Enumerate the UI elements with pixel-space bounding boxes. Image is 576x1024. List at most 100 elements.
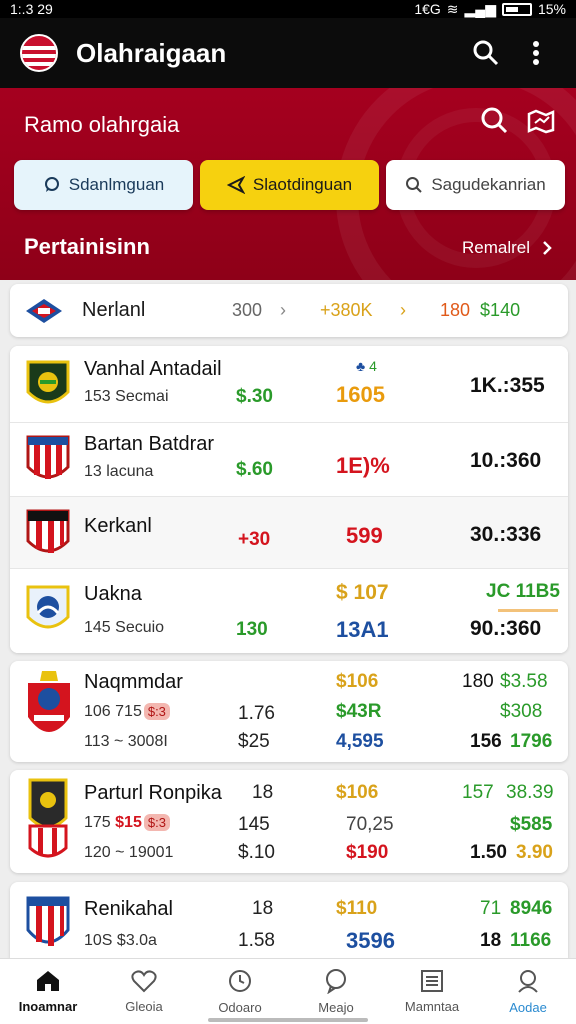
nav-messages[interactable]: Meajo xyxy=(288,959,384,1024)
chat-icon xyxy=(326,969,346,994)
nav-home[interactable]: Inoamnar xyxy=(0,959,96,1024)
summary-name: Nerlanl xyxy=(82,299,146,321)
highlight-underline xyxy=(498,609,558,612)
team-value-c: 90.:360 xyxy=(470,617,542,640)
team-extra-mark: ♣ 4 xyxy=(356,358,377,374)
nav-label: Inoamnar xyxy=(18,999,78,1014)
nav-profile[interactable]: Aodae xyxy=(480,959,576,1024)
detail-line1-e: 8946 xyxy=(510,898,553,919)
hero-subtitle: Ramo olahrgaia xyxy=(24,112,180,137)
team-row[interactable]: Uakna 145 Secuio 130 $ 107 13A1 JC 11B5 … xyxy=(10,568,568,653)
section-title: Pertainisinn xyxy=(24,234,150,259)
team-value-c: 10.:360 xyxy=(470,449,542,472)
chevron-right-icon: › xyxy=(400,300,406,320)
detail-line1-c: $106 xyxy=(336,671,379,692)
airline-logo-icon xyxy=(26,298,62,323)
map-icon[interactable] xyxy=(526,106,556,134)
see-more-link[interactable]: Remalrel xyxy=(462,238,552,258)
team-crest-icon xyxy=(26,509,70,553)
hero-banner: Ramo olahrgaia Sdanlmguan Slaotdinguan S… xyxy=(0,88,576,280)
detail-line1-c: $110 xyxy=(336,898,378,919)
chat-icon xyxy=(44,177,59,192)
detail-line1-e: 38.39 xyxy=(506,782,554,803)
battery-icon xyxy=(501,2,532,16)
detail-line2-e: $585 xyxy=(510,814,553,835)
summary-count: 300 xyxy=(232,300,263,320)
search-button[interactable] xyxy=(466,33,506,73)
nav-label: Gleoia xyxy=(125,999,163,1014)
filter-chip-3[interactable]: Sagudekanrian xyxy=(386,160,565,210)
team-value-top-b: $ 107 xyxy=(336,581,389,604)
team-value-c: 1K.:355 xyxy=(470,374,545,397)
detail-line3-d: 18 xyxy=(480,930,502,951)
team-crest-icon xyxy=(26,585,70,629)
detail-line3-b: 1.58 xyxy=(238,930,275,951)
search-icon xyxy=(406,177,423,193)
home-indicator xyxy=(208,1018,368,1022)
team-row[interactable]: Vanhal Antadail 153 Secmai $.30 ♣ 4 1605… xyxy=(10,346,568,422)
status-bar: 1:.3 29 1€G ≋ ▂▄▆ 15% xyxy=(0,0,576,18)
nav-list[interactable]: Mamntaa xyxy=(384,959,480,1024)
detail-name: Naqmmdar xyxy=(84,671,183,693)
filter-label: Sdanlmguan xyxy=(68,175,165,194)
team-value-b: 1E)% xyxy=(336,453,390,478)
detail-line1-d: 71 xyxy=(480,898,502,919)
search-icon[interactable] xyxy=(480,106,508,134)
detail-card[interactable]: Parturl Ronpika 18 175 $15 $:3 145 $106 1… xyxy=(10,770,568,873)
detail-name-extra: 18 xyxy=(252,782,274,803)
home-icon xyxy=(37,971,59,991)
chevron-right-icon: › xyxy=(280,300,286,320)
team-row[interactable]: Bartan Batdrar 13 lacuna $.60 1E)% 10.:3… xyxy=(10,422,568,496)
detail-card[interactable]: Naqmmdar 106 715 $:3 1.76 $106 180 $3.58 … xyxy=(10,661,568,762)
nav-label: Aodae xyxy=(509,1000,547,1015)
search-icon xyxy=(473,40,499,66)
detail-name: Parturl Ronpika xyxy=(84,782,222,804)
detail-line1-e: $3.58 xyxy=(500,671,548,692)
detail-card[interactable]: Renikahal 18 $110 71 8946 10S $3.0a 1.58… xyxy=(10,882,568,958)
detail-line1-a: 175 $15 $:3 xyxy=(84,814,170,832)
summary-row[interactable]: Nerlanl 300 › +380K › 180 $140 xyxy=(10,284,568,337)
summary-mid: +380K xyxy=(320,300,373,320)
heart-icon xyxy=(131,970,157,993)
see-more-label: Remalrel xyxy=(461,238,530,257)
detail-line3-a: 10S $3.0a xyxy=(84,932,157,949)
app-bar: Olahraigaan xyxy=(0,18,576,88)
detail-line1-d: 180 xyxy=(462,671,494,692)
send-icon xyxy=(226,176,245,194)
detail-line3-c: $190 xyxy=(346,842,389,863)
detail-line1-b: 145 xyxy=(238,814,270,835)
signal-icon: ▂▄▆ xyxy=(464,0,496,17)
detail-line3-a: 120 ~ 19001 xyxy=(84,844,174,861)
detail-line3-a: 113 ~ 3008I xyxy=(84,733,168,750)
team-value-a: $.60 xyxy=(236,459,273,480)
team-crest-icon xyxy=(26,360,70,404)
team-crest-icon xyxy=(26,896,70,946)
detail-line2-e: $308 xyxy=(500,701,543,722)
team-value-b: 1605 xyxy=(336,382,385,407)
nav-favorites[interactable]: Gleoia xyxy=(96,959,192,1024)
team-row[interactable]: Kerkanl +30 599 30.:336 xyxy=(10,496,568,568)
list-icon xyxy=(421,970,443,992)
more-menu-button[interactable] xyxy=(516,33,556,73)
detail-name: Renikahal xyxy=(84,898,173,920)
detail-line3-e: 1166 xyxy=(510,930,552,951)
detail-line2-c: 70,25 xyxy=(346,814,394,835)
detail-line1-a: 106 715 $:3 xyxy=(84,703,170,721)
summary-right1: 180 xyxy=(440,300,471,320)
team-name: Vanhal Antadail xyxy=(84,358,222,380)
detail-line3-b: $.10 xyxy=(238,842,275,863)
status-time: 1:.3 29 xyxy=(10,1,53,17)
app-logo xyxy=(20,34,58,72)
filter-chip-2[interactable]: Slaotdinguan xyxy=(200,160,379,210)
wifi-icon: ≋ xyxy=(446,0,459,17)
hero-actions xyxy=(480,106,556,134)
detail-badge: $:3 xyxy=(143,814,170,831)
team-name: Kerkanl xyxy=(84,515,152,537)
team-value-top-c: JC 11B5 xyxy=(486,581,560,602)
filter-chip-1[interactable]: Sdanlmguan xyxy=(14,160,193,210)
nav-schedule[interactable]: Odoaro xyxy=(192,959,288,1024)
detail-line2-c: $43R xyxy=(336,701,382,722)
team-sub: 145 Secuio xyxy=(84,619,165,636)
team-name: Uakna xyxy=(84,583,142,605)
nav-label: Odoaro xyxy=(218,1000,262,1015)
